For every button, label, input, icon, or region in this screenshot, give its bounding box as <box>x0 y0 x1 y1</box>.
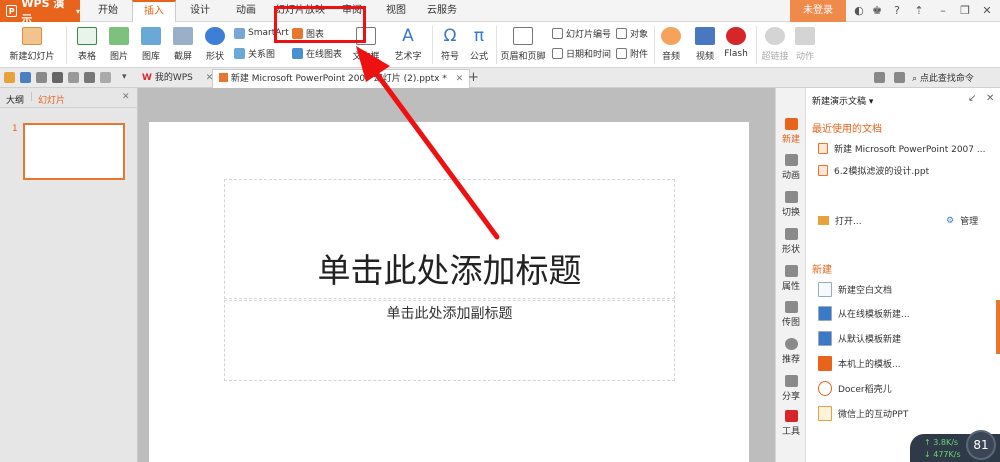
annotation-arrow <box>356 46 500 240</box>
arrow-shaft <box>365 59 500 240</box>
arrow-head <box>356 46 390 82</box>
